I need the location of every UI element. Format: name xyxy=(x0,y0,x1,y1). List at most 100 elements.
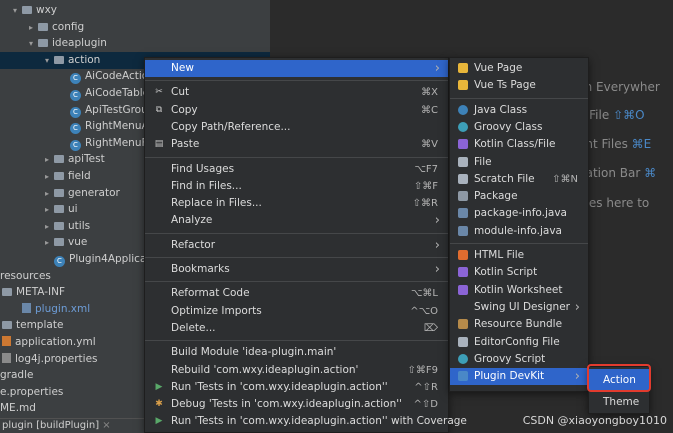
class-icon xyxy=(458,104,468,115)
class-icon: C xyxy=(54,256,65,267)
chevron-down-icon[interactable]: ▾ xyxy=(42,52,52,69)
menu-item-scratch-file[interactable]: Scratch File ⇧⌘N xyxy=(450,171,588,188)
menu-item-copy[interactable]: ⧉ Copy ⌘C xyxy=(145,102,448,119)
menu-item-kotlin-script[interactable]: Kotlin Script xyxy=(450,264,588,281)
groovy-icon xyxy=(458,353,468,364)
menu-item-resource-bundle[interactable]: Resource Bundle xyxy=(450,316,588,333)
menu-item-cut[interactable]: ✂ Cut ⌘X xyxy=(145,84,448,101)
menu-item-kotlin-worksheet[interactable]: Kotlin Worksheet xyxy=(450,282,588,299)
tree-row[interactable]: ▾ ideaplugin xyxy=(0,35,270,52)
menu-item-groovy-class[interactable]: Groovy Class xyxy=(450,119,588,136)
menu-item-optimize-imports[interactable]: Optimize Imports ^⌥O xyxy=(145,303,448,320)
menu-item-label: Find in Files... xyxy=(171,179,242,192)
menu-item-java-class[interactable]: Java Class xyxy=(450,102,588,119)
menu-item-paste[interactable]: ▤ Paste ⌘V xyxy=(145,136,448,153)
chevron-right-icon[interactable]: ▸ xyxy=(42,234,52,251)
package-icon xyxy=(458,191,468,202)
chevron-right-icon[interactable]: ▸ xyxy=(26,19,36,36)
tree-row-label: action xyxy=(68,53,101,66)
menu-item-delete[interactable]: Delete... ⌦ xyxy=(145,320,448,337)
debug-icon: ✱ xyxy=(155,399,163,410)
gear-icon xyxy=(458,336,468,347)
menu-item-package-info-java[interactable]: package-info.java xyxy=(450,205,588,222)
chevron-right-icon[interactable]: ▸ xyxy=(42,185,52,202)
menu-separator xyxy=(145,232,448,234)
new-submenu: Vue Page Vue Ts Page Java Class Groovy Clas… xyxy=(449,57,589,392)
menu-item-label: Delete... xyxy=(171,321,216,334)
editor-hint-shortcut: ⌘E xyxy=(631,137,652,151)
menu-item-vue-ts-page[interactable]: Vue Ts Page xyxy=(450,77,588,94)
menu-item-file[interactable]: File xyxy=(450,154,588,171)
menu-item-find-usages[interactable]: Find Usages ⌥F7 xyxy=(145,161,448,178)
menu-item-html-file[interactable]: HTML File xyxy=(450,247,588,264)
menu-item-theme[interactable]: Theme xyxy=(589,391,649,413)
tree-row-label: gradle xyxy=(0,369,34,382)
menu-item-shortcut: ⌘X xyxy=(421,87,438,99)
menu-item-label: Copy Path/Reference... xyxy=(171,120,291,133)
folder-icon xyxy=(38,22,48,31)
menu-item-shortcut: ^⌥O xyxy=(410,305,438,317)
menu-item-label: Theme xyxy=(603,396,640,408)
html-icon xyxy=(458,250,468,260)
folder-icon xyxy=(38,39,48,48)
folder-icon xyxy=(54,188,64,197)
menu-item-label: Resource Bundle xyxy=(474,318,563,331)
vue-icon xyxy=(458,80,468,91)
menu-item-run-tests-in-com-wxy-ideaplugin-action[interactable]: ▶ Run 'Tests in 'com.wxy.ideaplugin.actio… xyxy=(145,379,448,396)
action-highlight-box xyxy=(587,364,651,392)
menu-item-vue-page[interactable]: Vue Page xyxy=(450,60,588,77)
menu-item-find-in-files[interactable]: Find in Files... ⇧⌘F xyxy=(145,178,448,195)
menu-item-label: Cut xyxy=(171,86,190,99)
menu-item-shortcut: ⌘V xyxy=(421,139,438,151)
menu-item-module-info-java[interactable]: module-info.java xyxy=(450,223,588,240)
menu-item-label: Optimize Imports xyxy=(171,304,262,317)
context-menu: New › ✂ Cut ⌘X ⧉ Copy ⌘C Copy Path/Reference... ▤… xyxy=(144,57,467,433)
menu-item-analyze[interactable]: Analyze › xyxy=(145,212,448,229)
menu-separator xyxy=(145,340,448,342)
chevron-right-icon: › xyxy=(434,213,440,229)
menu-item-plugin-devkit[interactable]: Plugin DevKit › xyxy=(450,368,588,386)
menu-item-debug-tests-in-com-wxy-ideaplugin-action[interactable]: ✱ Debug 'Tests in 'com.wxy.ideaplugin.act… xyxy=(145,396,448,413)
chevron-down-icon[interactable]: ▾ xyxy=(26,35,36,52)
menu-item-reformat-code[interactable]: Reformat Code ⌥⌘L xyxy=(145,285,448,302)
menu-item-rebuild-com-wxy-ideaplugin-action[interactable]: Rebuild 'com.wxy.ideaplugin.action' ⇧⌘F9 xyxy=(145,362,448,379)
chevron-right-icon[interactable]: ▸ xyxy=(42,218,52,235)
tree-row-label: ui xyxy=(68,203,78,216)
tree-row[interactable]: ▾ wxy xyxy=(0,2,270,19)
menu-item-run-tests-in-com-wxy-ideaplugin-action-with-coverage[interactable]: ▶ Run 'Tests in 'com.wxy.ideaplugin.actio… xyxy=(145,413,467,430)
chevron-down-icon[interactable]: ▾ xyxy=(10,2,20,19)
chevron-right-icon[interactable]: ▸ xyxy=(42,201,52,218)
chevron-right-icon[interactable]: ▸ xyxy=(42,168,52,185)
tree-row-label: plugin.xml xyxy=(35,302,91,315)
menu-item-kotlin-class-file[interactable]: Kotlin Class/File xyxy=(450,136,588,153)
menu-item-bookmarks[interactable]: Bookmarks › xyxy=(145,261,448,278)
menu-item-build-module-idea-plugin-main[interactable]: Build Module 'idea-plugin.main' xyxy=(145,344,448,361)
chevron-right-icon[interactable]: ▸ xyxy=(42,151,52,168)
folder-icon xyxy=(54,205,64,214)
menu-item-shortcut: ⇧⌘N xyxy=(552,173,578,185)
menu-item-groovy-script[interactable]: Groovy Script xyxy=(450,351,588,368)
menu-item-replace-in-files[interactable]: Replace in Files... ⇧⌘R xyxy=(145,195,448,212)
menu-separator xyxy=(145,156,448,158)
menu-item-label: Refactor xyxy=(171,238,216,251)
menu-item-new[interactable]: New › xyxy=(145,60,448,78)
menu-item-refactor[interactable]: Refactor › xyxy=(145,237,448,254)
tree-row-label: log4j.properties xyxy=(15,352,98,365)
editor-hint-shortcut: ⌘ xyxy=(644,166,657,180)
folder-icon xyxy=(2,321,12,330)
menu-item-copy-path-reference[interactable]: Copy Path/Reference... xyxy=(145,119,448,136)
editor-hint: gation Bar ⌘ xyxy=(578,166,656,180)
class-icon: C xyxy=(70,73,81,85)
scissors-icon: ✂ xyxy=(155,87,163,98)
folder-icon xyxy=(54,55,64,64)
editor-hint-text: ch Everywher xyxy=(578,80,660,94)
tree-row-label: application.yml xyxy=(15,336,96,348)
folder-icon xyxy=(54,172,64,180)
chevron-right-icon: › xyxy=(574,299,580,315)
tree-row-label: resources xyxy=(0,269,51,282)
tree-row[interactable]: ▸ config xyxy=(0,19,270,36)
menu-item-package[interactable]: Package xyxy=(450,188,588,205)
menu-item-editorconfig-file[interactable]: EditorConfig File xyxy=(450,334,588,351)
menu-item-swing-ui-designer[interactable]: Swing UI Designer › xyxy=(450,299,588,316)
menu-item-label: HTML File xyxy=(474,249,525,261)
